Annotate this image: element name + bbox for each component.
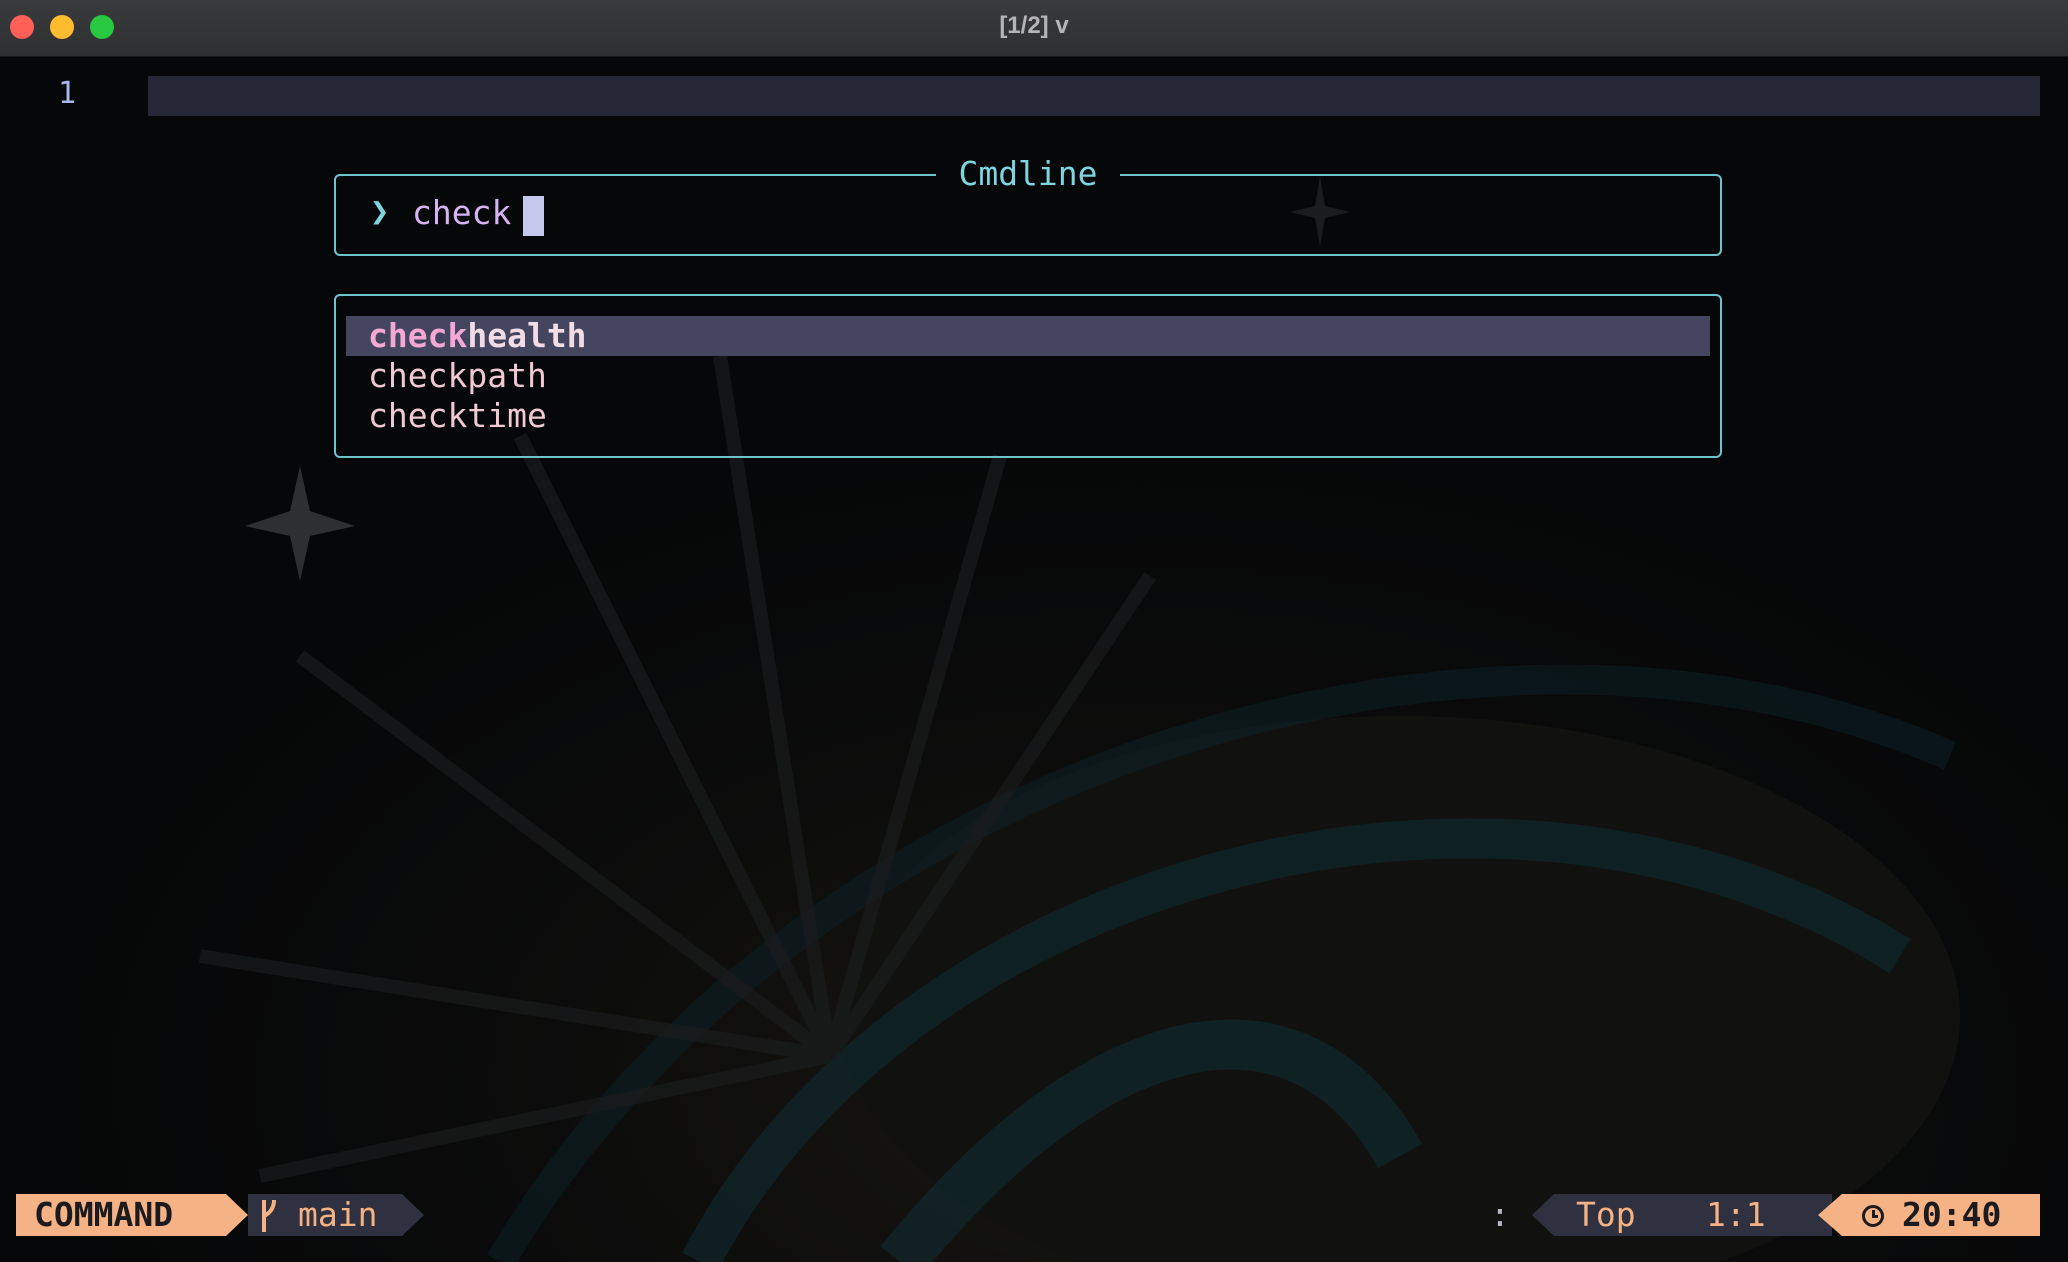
git-branch-name: main bbox=[298, 1195, 378, 1234]
text-cursor bbox=[523, 196, 544, 236]
clock-icon bbox=[1862, 1205, 1884, 1227]
cmdline-popup[interactable]: Cmdline ❯ check bbox=[334, 154, 1722, 256]
cmdline-title-wrap: Cmdline bbox=[336, 154, 1720, 193]
mode-label: COMMAND bbox=[34, 1195, 174, 1234]
window-title: [1/2] v bbox=[999, 12, 1069, 39]
completion-label: checktime bbox=[368, 396, 547, 435]
mode-separator bbox=[226, 1194, 248, 1236]
clock-segment: 20:40 bbox=[1842, 1194, 2040, 1236]
chevron-right-icon: ❯ bbox=[370, 192, 390, 230]
position-separator bbox=[1532, 1194, 1554, 1236]
git-branch-segment[interactable]: main bbox=[248, 1194, 402, 1236]
mode-indicator: COMMAND bbox=[16, 1194, 226, 1236]
title-bar: [1/2] v bbox=[0, 0, 2068, 57]
cursor-row-col: 1:1 bbox=[1706, 1195, 1766, 1234]
completion-menu[interactable]: checkhealth checkpath checktime bbox=[334, 294, 1722, 458]
cmd-indicator: : bbox=[1490, 1195, 1510, 1234]
position-segment: Top 1:1 bbox=[1554, 1194, 1832, 1236]
cursor-line[interactable] bbox=[148, 76, 2040, 116]
git-branch-icon bbox=[262, 1199, 276, 1232]
terminal-window: [1/2] v 1 Cmdline ❯ check checkhealth ch… bbox=[0, 0, 2068, 1262]
completion-item[interactable]: checkhealth bbox=[346, 316, 1710, 356]
completion-item[interactable]: checkpath bbox=[346, 356, 1710, 396]
branch-separator bbox=[402, 1194, 424, 1236]
cmdline-title: Cmdline bbox=[936, 154, 1120, 193]
completion-match: check bbox=[368, 316, 468, 355]
completion-label: checkpath bbox=[368, 356, 547, 395]
time-separator bbox=[1818, 1194, 1842, 1236]
clock-time: 20:40 bbox=[1902, 1195, 2002, 1234]
completion-item[interactable]: checktime bbox=[346, 396, 1710, 436]
line-number: 1 bbox=[58, 76, 77, 111]
scroll-position: Top bbox=[1576, 1195, 1636, 1234]
completion-rest: health bbox=[467, 316, 587, 355]
cmdline-input[interactable]: check bbox=[412, 193, 511, 232]
